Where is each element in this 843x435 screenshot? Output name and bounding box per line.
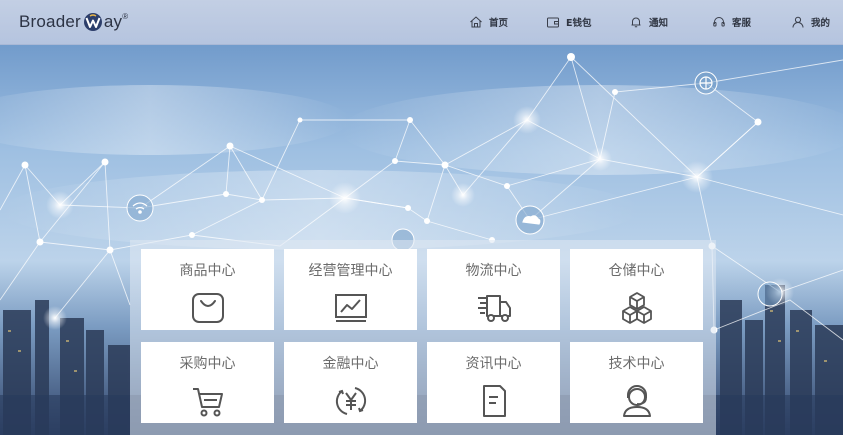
trademark-symbol: ® [122, 11, 129, 21]
shopping-cart-icon [192, 388, 223, 417]
logo-text-left: Broader [19, 12, 81, 31]
nav-notifications-label: 通知 [649, 18, 669, 29]
tile-business-management-center[interactable]: 经营管理中心 [284, 249, 417, 330]
shopping-bag-icon [191, 293, 224, 323]
top-header-bar: Broader ay ® 首页 E钱包 通知 客服 我的 [0, 0, 843, 45]
tile-label: 经营管理中心 [308, 263, 393, 279]
nav-wallet-label: E钱包 [566, 18, 592, 29]
nav-customer-service-label: 客服 [732, 18, 752, 29]
nav-notifications[interactable]: 通知 [629, 15, 668, 29]
support-agent-icon [622, 385, 651, 417]
tile-label: 商品中心 [179, 263, 236, 279]
tile-procurement-center[interactable]: 采购中心 [141, 342, 274, 423]
nav-home-label: 首页 [489, 18, 509, 29]
headset-icon [712, 15, 726, 29]
tile-label: 金融中心 [322, 356, 379, 372]
brand-logo[interactable]: Broader ay ® [19, 11, 128, 33]
tile-warehouse-center[interactable]: 仓储中心 [570, 249, 703, 330]
tile-label: 采购中心 [179, 356, 236, 372]
boxes-icon [621, 292, 652, 324]
yuan-coin-icon [335, 387, 366, 415]
wallet-icon [546, 15, 560, 29]
nav-wallet[interactable]: E钱包 [546, 15, 592, 29]
document-icon [482, 385, 506, 417]
tile-label: 物流中心 [465, 263, 522, 279]
logo-w-mark-icon [83, 12, 103, 32]
tile-technology-center[interactable]: 技术中心 [570, 342, 703, 423]
home-icon [469, 15, 483, 29]
tile-product-center[interactable]: 商品中心 [141, 249, 274, 330]
tile-label: 仓储中心 [608, 263, 665, 279]
nav-home[interactable]: 首页 [469, 15, 508, 29]
user-icon [791, 15, 805, 29]
delivery-truck-icon [477, 295, 511, 322]
nav-my-account-label: 我的 [811, 18, 831, 29]
tile-label: 资讯中心 [465, 356, 522, 372]
bell-icon [629, 15, 643, 29]
tile-logistics-center[interactable]: 物流中心 [427, 249, 560, 330]
nav-customer-service[interactable]: 客服 [712, 15, 751, 29]
tile-label: 技术中心 [608, 356, 665, 372]
nav-my-account[interactable]: 我的 [791, 15, 830, 29]
tile-news-center[interactable]: 资讯中心 [427, 342, 560, 423]
line-chart-icon [334, 294, 367, 322]
logo-text-right: ay [103, 12, 123, 31]
tile-finance-center[interactable]: 金融中心 [284, 342, 417, 423]
